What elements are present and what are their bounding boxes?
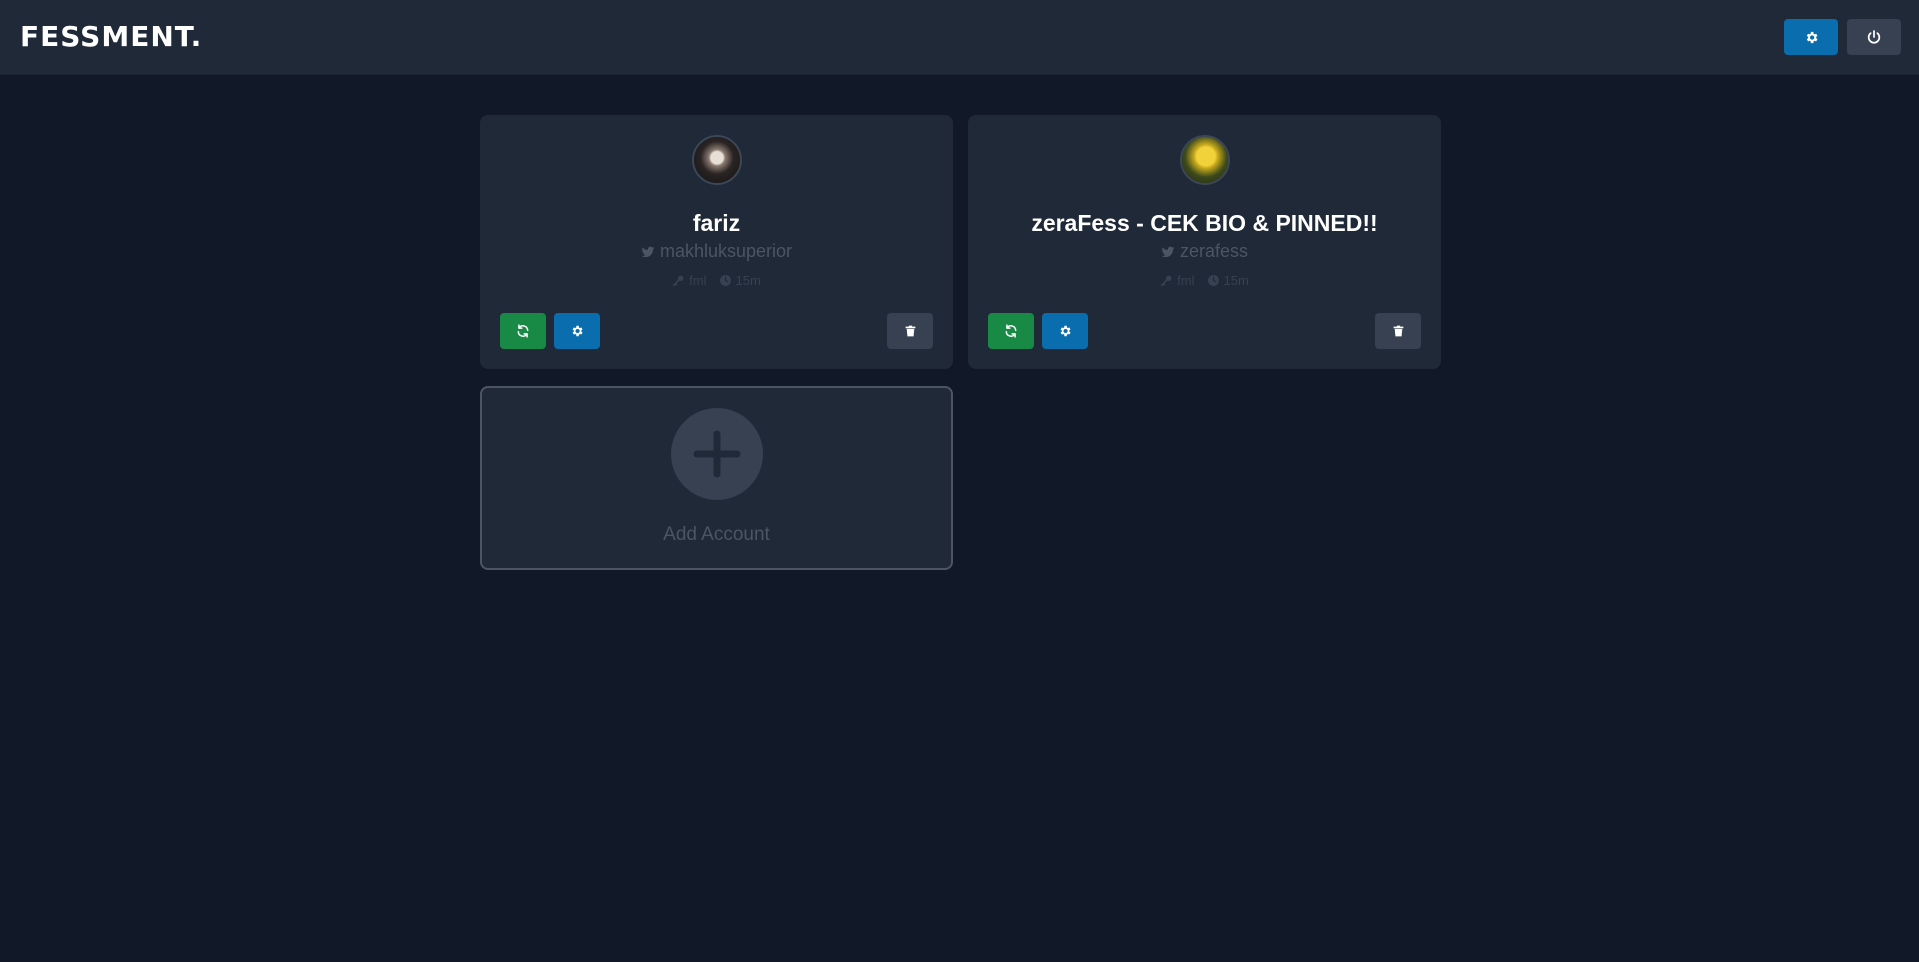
interval-info: 15m (719, 273, 761, 288)
clock-icon (719, 275, 731, 286)
key-icon (1160, 275, 1172, 287)
handle-text: makhluksuperior (659, 241, 793, 261)
mode-text: fml (1177, 273, 1195, 288)
account-card: zeraFess - CEK BIO & PINNED!! zerafess f… (968, 115, 1441, 369)
avatar (691, 135, 742, 185)
card-actions (988, 313, 1421, 349)
account-card: fariz makhluksuperior fml 15m (480, 115, 953, 369)
delete-button[interactable] (1375, 313, 1421, 349)
refresh-icon (517, 324, 529, 338)
twitter-icon (641, 246, 655, 257)
account-settings-button[interactable] (1042, 313, 1088, 349)
clock-icon (1207, 275, 1219, 286)
account-name: zeraFess - CEK BIO & PINNED!! (1031, 210, 1378, 236)
handle-text: zerafess (1179, 241, 1249, 261)
brand-logo: FESSMENT. (20, 20, 203, 53)
plus-icon (693, 430, 740, 478)
gear-icon (572, 325, 583, 337)
account-handle: zerafess (968, 241, 1441, 262)
power-icon (1867, 30, 1881, 44)
logout-button[interactable] (1847, 19, 1901, 55)
account-settings-button[interactable] (554, 313, 600, 349)
card-actions (500, 313, 933, 349)
accounts-grid: fariz makhluksuperior fml 15m zeraFess -… (480, 115, 1441, 570)
add-account-label: Add Account (663, 524, 770, 545)
gear-icon (1806, 31, 1817, 43)
refresh-button[interactable] (500, 313, 546, 349)
interval-text: 15m (735, 273, 761, 288)
add-circle (670, 408, 763, 500)
top-navbar: FESSMENT. (0, 0, 1919, 75)
mode-info: fml (672, 273, 707, 288)
account-name: fariz (692, 210, 741, 236)
mode-text: fml (689, 273, 707, 288)
refresh-icon (1005, 324, 1017, 338)
account-handle: makhluksuperior (480, 241, 953, 262)
add-account-card[interactable]: Add Account (480, 386, 953, 570)
refresh-button[interactable] (988, 313, 1034, 349)
delete-button[interactable] (887, 313, 933, 349)
mode-info: fml (1160, 273, 1195, 288)
account-meta: fml 15m (480, 273, 953, 288)
key-icon (672, 275, 684, 287)
header-actions (1784, 19, 1901, 55)
interval-info: 15m (1207, 273, 1249, 288)
gear-icon (1060, 325, 1071, 337)
avatar (1179, 135, 1230, 185)
interval-text: 15m (1223, 273, 1249, 288)
twitter-icon (1161, 246, 1175, 257)
trash-icon (1393, 325, 1403, 337)
global-settings-button[interactable] (1784, 19, 1838, 55)
account-meta: fml 15m (968, 273, 1441, 288)
trash-icon (905, 325, 915, 337)
